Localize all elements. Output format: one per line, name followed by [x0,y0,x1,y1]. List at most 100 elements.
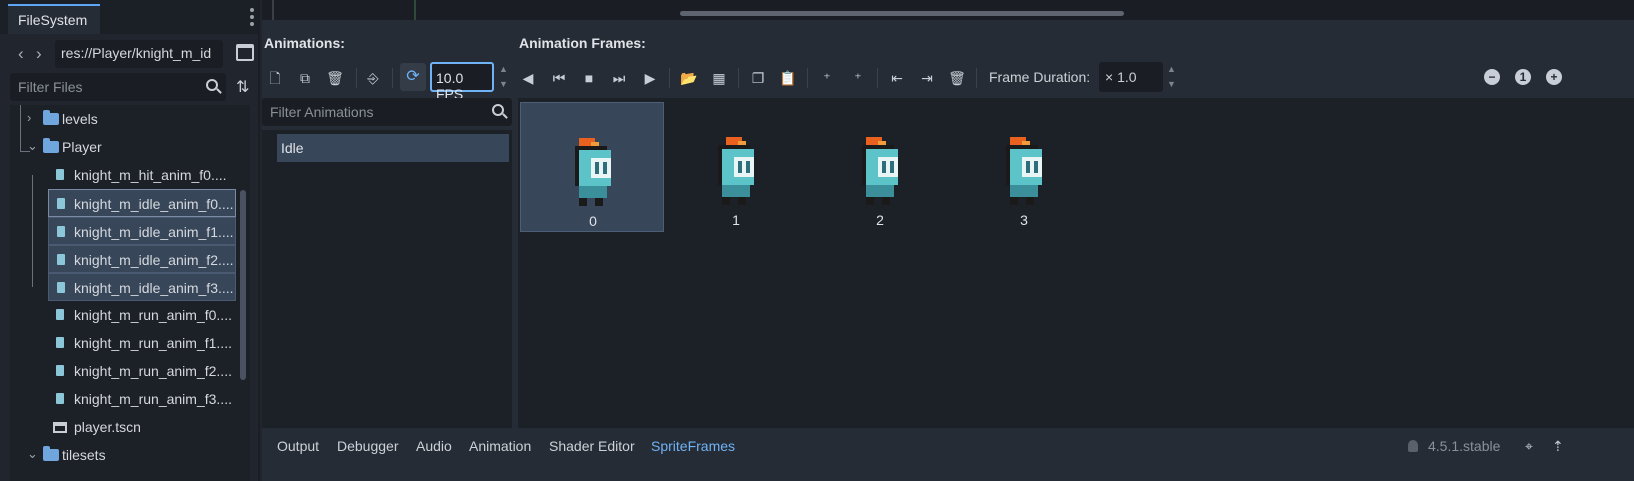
delete-animation-icon[interactable]: 🗑 [326,69,344,87]
sort-icon[interactable]: ⇅ [236,77,249,97]
filesystem-dock: FileSystem ‹ › res://Player/knight_m_id … [0,0,260,481]
tab-filesystem[interactable]: FileSystem [8,4,100,34]
filter-files-field[interactable] [10,73,226,101]
separator [877,68,878,88]
move-left-icon[interactable]: ⇤ [888,69,906,87]
spriteframes-panel: Animations: Animation Frames: 🗋 ⧉ 🗑 ⎆ ⟳ … [262,0,1634,481]
tab-spriteframes[interactable]: SpriteFrames [651,438,735,454]
paste-frame-icon[interactable]: 📋 [779,69,797,87]
timeline-strip [262,0,1634,20]
dock-menu-icon[interactable] [250,8,256,29]
play-backwards-from-end-icon[interactable]: ⏮ [550,69,568,87]
tree-item-label: knight_m_run_anim_f1.... [74,335,232,351]
image-file-icon [56,365,64,376]
tree-item-file[interactable]: knight_m_idle_anim_f2.... [48,245,236,273]
sprite-sheet-grid-icon[interactable]: ▦ [710,69,728,87]
zoom-out-icon[interactable]: − [1484,69,1500,85]
insert-before-icon[interactable]: ⁺ [818,69,836,87]
loop-toggle-icon[interactable]: ⟳ [400,63,426,91]
forward-icon[interactable]: › [36,44,42,64]
folder-icon [43,110,59,125]
open-folder-icon[interactable]: 📂 [680,69,698,87]
animation-item-idle[interactable]: Idle [277,134,509,162]
pin-icon[interactable]: ⌖ [1525,438,1533,455]
tree-item-file[interactable]: knight_m_run_anim_f2.... [48,357,238,385]
play-backwards-icon[interactable]: ◀ [519,69,537,87]
move-right-icon[interactable]: ⇥ [918,69,936,87]
new-animation-icon[interactable]: 🗋 [266,69,284,87]
play-icon[interactable]: ▶ [641,69,659,87]
folder-icon [43,446,59,461]
fps-field[interactable]: 10.0 FPS [430,62,494,102]
tree-item-label: knight_m_idle_anim_f0.... [74,196,234,212]
tree-item-file[interactable]: knight_m_run_anim_f3.... [48,385,238,413]
version-label: 4.5.1.stable [1428,438,1501,454]
tree-item-label: knight_m_idle_anim_f1.... [74,224,234,240]
tab-output[interactable]: Output [277,438,319,454]
insert-after-icon[interactable]: ⁺ [849,69,867,87]
frames-grid: 0 1 2 3 [518,98,1634,428]
knight-sprite [718,137,754,205]
frame-tile[interactable]: 0 [520,102,664,232]
tree-item-scene[interactable]: player.tscn [48,413,238,441]
path-field[interactable]: res://Player/knight_m_id [55,40,223,68]
zoom-reset-icon[interactable]: 1 [1515,69,1531,85]
tab-animation[interactable]: Animation [469,438,531,454]
tree-item-file[interactable]: knight_m_hit_anim_f0.... [48,161,238,189]
path-bar: ‹ › res://Player/knight_m_id [0,40,260,70]
chevron-right-icon[interactable]: › [27,110,31,125]
spin-down-icon[interactable]: ▼ [1167,79,1176,89]
frame-index: 3 [1020,212,1028,228]
tab-shader-editor[interactable]: Shader Editor [549,438,635,454]
tree-item-file[interactable]: knight_m_idle_anim_f1.... [48,217,236,245]
copy-frame-icon[interactable]: ❐ [749,69,767,87]
spin-up-icon[interactable]: ▲ [499,64,508,74]
split-mode-icon[interactable] [236,44,254,61]
tree-item-file[interactable]: knight_m_idle_anim_f3.... [48,273,236,301]
separator [807,68,808,88]
back-icon[interactable]: ‹ [18,44,24,64]
frame-tile[interactable]: 3 [952,102,1096,232]
tree-item-label: player.tscn [74,419,141,435]
image-file-icon [56,309,64,320]
tree-item-tilesets[interactable]: ⌄ tilesets [10,441,238,469]
tree-item-label: knight_m_hit_anim_f0.... [74,167,227,183]
tree-item-player[interactable]: ⌄ Player [10,133,238,161]
autoplay-icon[interactable]: ⎆ [364,69,382,87]
separator [356,68,357,88]
stop-icon[interactable]: ■ [580,69,598,87]
chevron-down-icon[interactable]: ⌄ [27,446,38,462]
frame-tile[interactable]: 2 [808,102,952,232]
frame-index: 1 [732,212,740,228]
frame-duration-field[interactable]: × 1.0 [1099,62,1163,92]
separator [392,68,393,88]
delete-frame-icon[interactable]: 🗑 [948,69,966,87]
spin-down-icon[interactable]: ▼ [499,79,508,89]
tab-debugger[interactable]: Debugger [337,438,399,454]
file-tree-scrollbar[interactable] [240,190,246,380]
tree-item-file[interactable]: knight_m_run_anim_f1.... [48,329,238,357]
play-from-start-icon[interactable]: ⏭ [610,69,628,87]
horizontal-scrollbar[interactable] [680,11,1124,16]
tree-item-file[interactable]: knight_m_run_anim_f0.... [48,301,238,329]
tab-audio[interactable]: Audio [416,438,452,454]
expand-panel-icon[interactable]: ⇡ [1552,438,1564,455]
filter-animations-input[interactable] [262,98,472,126]
spin-up-icon[interactable]: ▲ [1167,64,1176,74]
tree-item-label: knight_m_run_anim_f0.... [74,307,232,323]
frame-tile[interactable]: 1 [664,102,808,232]
tree-guide [32,175,33,287]
notification-icon[interactable] [1408,440,1418,452]
duplicate-animation-icon[interactable]: ⧉ [296,69,314,87]
knight-sprite [862,137,898,205]
tree-item-label: levels [62,111,98,127]
tree-item-file[interactable]: knight_m_idle_anim_f0.... [48,189,236,217]
zoom-in-icon[interactable]: + [1546,69,1562,85]
frame-duration-label: Frame Duration: [989,69,1091,85]
filter-animations-field[interactable] [262,98,512,126]
filter-files-input[interactable] [10,73,190,101]
tree-item-label: Player [62,139,102,155]
tree-item-label: knight_m_run_anim_f3.... [74,391,232,407]
chevron-down-icon[interactable]: ⌄ [27,138,38,154]
tree-item-levels[interactable]: › levels [10,105,238,133]
